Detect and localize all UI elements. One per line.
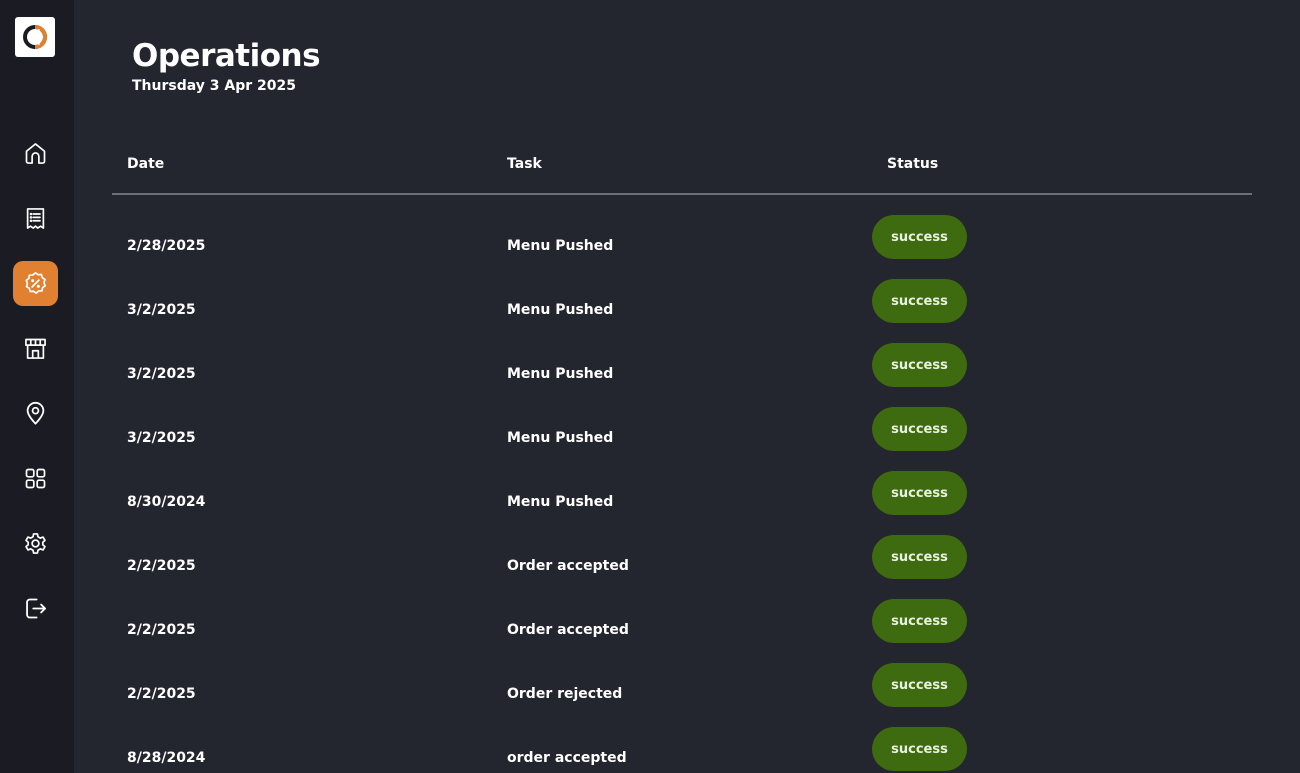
- brand-logo[interactable]: [15, 17, 55, 57]
- cell-task: Menu Pushed: [507, 302, 614, 318]
- table-row[interactable]: 2/2/2025 Order accepted success: [112, 599, 1252, 663]
- status-badge: success: [872, 471, 967, 515]
- sidebar-item-locations[interactable]: [13, 391, 58, 436]
- table-row[interactable]: 2/2/2025 Order accepted success: [112, 535, 1252, 599]
- status-badge: success: [872, 727, 967, 771]
- cell-task: Menu Pushed: [507, 366, 614, 382]
- store-icon: [25, 338, 46, 359]
- status-badge: success: [872, 535, 967, 579]
- sidebar-item-operations[interactable]: [13, 261, 58, 306]
- receipt-icon: [26, 208, 45, 229]
- home-icon: [25, 143, 46, 164]
- logout-icon: [26, 598, 46, 619]
- sidebar-item-stores[interactable]: [13, 326, 58, 371]
- table-header: Date Task Status: [112, 140, 1252, 195]
- cell-task: Menu Pushed: [507, 494, 614, 510]
- cell-task: Order rejected: [507, 686, 623, 702]
- status-badge: success: [872, 279, 967, 323]
- cell-date: 3/2/2025: [127, 430, 196, 446]
- gear-icon: [25, 533, 46, 554]
- table-row[interactable]: 3/2/2025 Menu Pushed success: [112, 407, 1252, 471]
- sidebar-item-settings[interactable]: [13, 521, 58, 566]
- cell-date: 2/2/2025: [127, 558, 196, 574]
- status-badge: success: [872, 407, 967, 451]
- main-content: Operations Thursday 3 Apr 2025 Date Task…: [74, 0, 1300, 773]
- sidebar: [0, 0, 74, 773]
- status-badge: success: [872, 343, 967, 387]
- cell-task: Order accepted: [507, 558, 629, 574]
- page-title: Operations: [132, 38, 321, 74]
- logo-icon: [23, 25, 47, 49]
- cell-date: 8/30/2024: [127, 494, 206, 510]
- column-header-task[interactable]: Task: [507, 156, 542, 172]
- cell-task: order accepted: [507, 750, 627, 766]
- apps-grid-icon: [25, 468, 46, 489]
- column-header-status[interactable]: Status: [887, 156, 938, 172]
- table-row[interactable]: 8/30/2024 Menu Pushed success: [112, 471, 1252, 535]
- cell-task: Menu Pushed: [507, 238, 614, 254]
- table-row[interactable]: 3/2/2025 Menu Pushed success: [112, 343, 1252, 407]
- status-badge: success: [872, 215, 967, 259]
- table-row[interactable]: 3/2/2025 Menu Pushed success: [112, 279, 1252, 343]
- page-date: Thursday 3 Apr 2025: [132, 78, 296, 94]
- cell-date: 2/2/2025: [127, 686, 196, 702]
- sidebar-item-apps[interactable]: [13, 456, 58, 501]
- table-body: 2/28/2025 Menu Pushed success 3/2/2025 M…: [112, 195, 1252, 773]
- cell-task: Menu Pushed: [507, 430, 614, 446]
- cell-date: 3/2/2025: [127, 366, 196, 382]
- cell-date: 3/2/2025: [127, 302, 196, 318]
- cell-date: 8/28/2024: [127, 750, 206, 766]
- table-row[interactable]: 8/28/2024 order accepted success: [112, 727, 1252, 773]
- status-badge: success: [872, 599, 967, 643]
- operations-table: Date Task Status 2/28/2025 Menu Pushed s…: [112, 140, 1252, 773]
- app-window: Operations Thursday 3 Apr 2025 Date Task…: [0, 0, 1300, 773]
- sidebar-item-home[interactable]: [13, 131, 58, 176]
- sidebar-item-logout[interactable]: [13, 586, 58, 631]
- location-pin-icon: [26, 401, 45, 425]
- cell-date: 2/28/2025: [127, 238, 206, 254]
- table-row[interactable]: 2/28/2025 Menu Pushed success: [112, 215, 1252, 279]
- sidebar-item-orders[interactable]: [13, 196, 58, 241]
- discount-badge-icon: [25, 271, 47, 295]
- status-badge: success: [872, 663, 967, 707]
- column-header-date[interactable]: Date: [127, 156, 164, 172]
- cell-task: Order accepted: [507, 622, 629, 638]
- table-row[interactable]: 2/2/2025 Order rejected success: [112, 663, 1252, 727]
- cell-date: 2/2/2025: [127, 622, 196, 638]
